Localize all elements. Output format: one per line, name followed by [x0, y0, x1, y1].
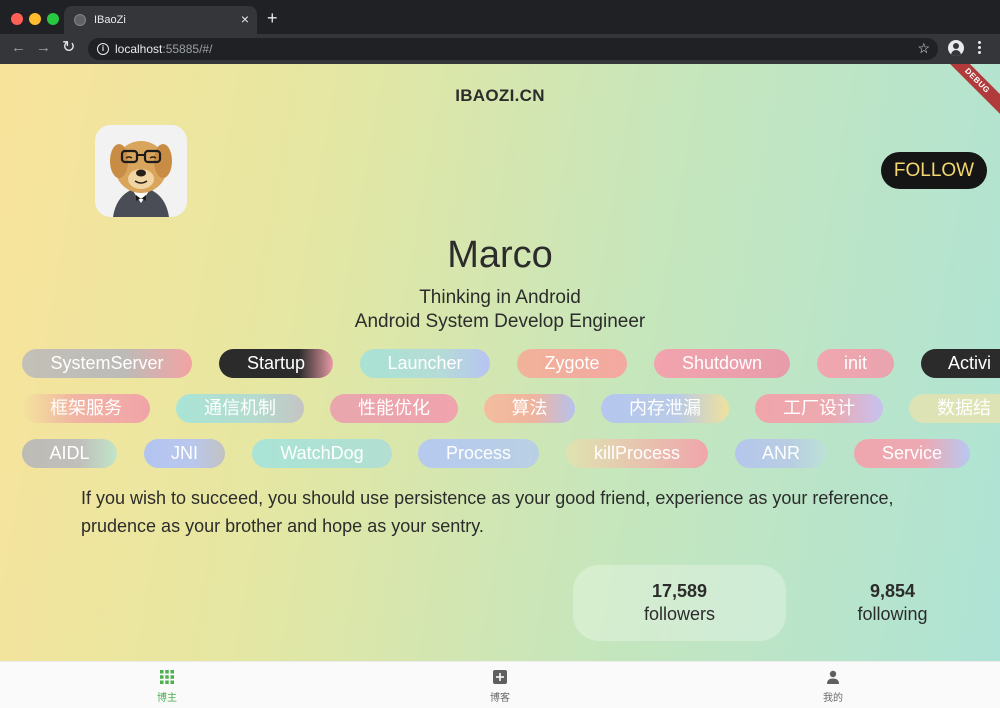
kebab-menu-icon[interactable]	[978, 41, 982, 55]
new-tab-button[interactable]: +	[267, 9, 278, 27]
forward-arrow-icon[interactable]: →	[36, 39, 51, 57]
tag-chip[interactable]: 内存泄漏	[601, 394, 729, 423]
url-path: :55885/#/	[162, 42, 213, 56]
nav-label: 博主	[157, 693, 177, 704]
tag-chip[interactable]: ANR	[735, 439, 827, 468]
add-box-icon	[493, 670, 507, 684]
tag-chip[interactable]: Service	[854, 439, 970, 468]
reload-icon[interactable]: ↻	[62, 39, 75, 57]
app-viewport: DEBUG IBAOZI.CN FOLLOW Marco Thinking in…	[0, 64, 1000, 708]
nav-label: 博客	[490, 693, 510, 704]
tag-chip[interactable]: SystemServer	[22, 349, 192, 378]
nav-label: 我的	[823, 693, 843, 704]
tag-chip[interactable]: 性能优化	[330, 394, 458, 423]
person-icon	[827, 670, 839, 684]
nav-item-blogger[interactable]: 博主	[107, 662, 227, 708]
window-minimize-button[interactable]	[29, 13, 41, 25]
grid-icon	[160, 670, 174, 684]
tab-title: IBaoZi	[94, 14, 126, 26]
tag-chip[interactable]: AIDL	[22, 439, 117, 468]
profile-quote: If you wish to succeed, you should use p…	[81, 488, 894, 536]
profile-bio-line-2: Android System Develop Engineer	[354, 311, 646, 332]
tag-chip[interactable]: 通信机制	[176, 394, 304, 423]
profile-name: Marco	[447, 234, 553, 276]
following-stat[interactable]: 9,854 following	[786, 565, 999, 641]
dog-avatar-image	[95, 125, 187, 217]
nav-item-blog[interactable]: 博客	[440, 662, 560, 708]
url-host: localhost	[115, 42, 163, 56]
window-maximize-button[interactable]	[47, 13, 59, 25]
following-count: 9,854	[869, 581, 916, 601]
tag-chip[interactable]: init	[817, 349, 894, 378]
tag-chip[interactable]: 算法	[484, 394, 575, 423]
tag-chip[interactable]: Zygote	[517, 349, 627, 378]
back-arrow-icon[interactable]: ←	[11, 39, 26, 57]
tag-chip[interactable]: Activi	[921, 349, 1000, 378]
site-title: IBAOZI.CN	[455, 86, 545, 105]
tag-chip[interactable]: Shutdown	[654, 349, 790, 378]
following-label: following	[857, 604, 928, 624]
browser-titlebar: IBaoZi × +	[0, 0, 1000, 34]
tag-chip[interactable]: 框架服务	[22, 394, 150, 423]
tag-chip[interactable]: 工厂设计	[755, 394, 883, 423]
nav-item-mine[interactable]: 我的	[773, 662, 893, 708]
browser-toolbar: ← → ↻ i localhost:55885/#/ ☆	[0, 34, 1000, 64]
tag-chip[interactable]: Launcher	[360, 349, 490, 378]
tag-chip[interactable]: 数据结	[909, 394, 1000, 423]
info-icon[interactable]: i	[97, 43, 109, 55]
browser-tab[interactable]: IBaoZi ×	[64, 6, 257, 34]
bookmark-star-icon[interactable]: ☆	[917, 40, 930, 57]
tag-chip[interactable]: Startup	[219, 349, 333, 378]
close-icon[interactable]: ×	[241, 11, 249, 27]
tag-chip[interactable]: WatchDog	[252, 439, 392, 468]
followers-count: 17,589	[651, 581, 708, 601]
followers-label: followers	[643, 604, 716, 624]
bottom-navigation: 博主 博客 我的	[0, 661, 1000, 708]
followers-stat[interactable]: 17,589 followers	[573, 565, 786, 641]
profile-bio-line-1: Thinking in Android	[419, 287, 581, 308]
globe-icon	[74, 14, 86, 26]
follow-button[interactable]: FOLLOW	[881, 152, 987, 189]
tag-chip[interactable]: killProcess	[566, 439, 708, 468]
window-close-button[interactable]	[11, 13, 23, 25]
tag-chip[interactable]: JNI	[144, 439, 225, 468]
account-icon[interactable]	[948, 40, 964, 56]
url-text: localhost:55885/#/	[115, 42, 212, 56]
avatar[interactable]	[95, 125, 187, 217]
tag-chip[interactable]: Process	[418, 439, 539, 468]
address-bar[interactable]: i localhost:55885/#/ ☆	[88, 38, 938, 60]
